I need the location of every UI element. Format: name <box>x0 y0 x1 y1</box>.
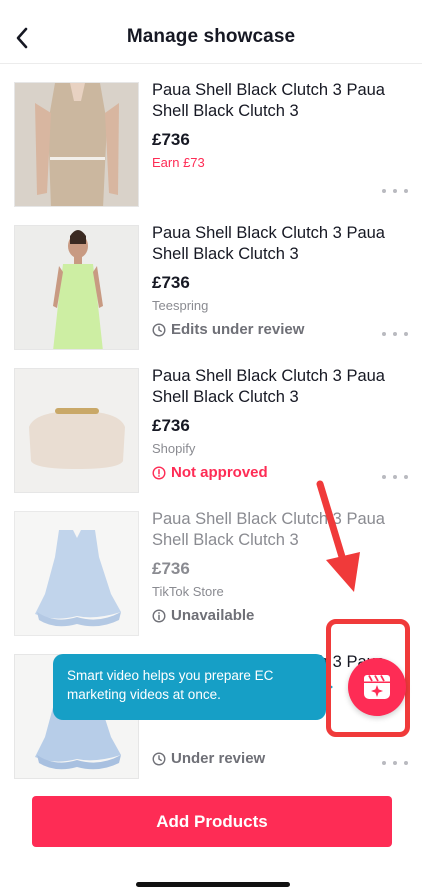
product-name: Paua Shell Black Clutch 3 Paua Shell Bla… <box>152 224 385 263</box>
product-price: £736 <box>152 130 190 149</box>
more-dot-icon <box>404 189 408 193</box>
product-source: Shopify <box>152 441 196 456</box>
tooltip-text: Smart video helps you prepare EC marketi… <box>67 668 274 702</box>
more-dot-icon <box>393 761 397 765</box>
more-dot-icon <box>393 332 397 336</box>
product-image <box>14 368 139 493</box>
status-text: Unavailable <box>171 607 255 624</box>
more-dot-icon <box>404 475 408 479</box>
more-options-button[interactable] <box>382 469 408 485</box>
smart-video-button[interactable] <box>348 658 406 716</box>
product-price: £736 <box>152 416 190 435</box>
status-text: Edits under review <box>171 321 305 338</box>
smart-video-tooltip: Smart video helps you prepare EC marketi… <box>53 654 326 720</box>
product-name: Paua Shell Black Clutch 3 Paua Shell Bla… <box>152 81 385 120</box>
home-indicator <box>136 882 290 887</box>
status-label: Unavailable <box>152 607 254 624</box>
status-text: Not approved <box>171 464 268 481</box>
product-image <box>14 511 139 636</box>
header-bar: Manage showcase <box>0 0 422 64</box>
status-label: Not approved <box>152 464 268 481</box>
product-image <box>14 82 139 207</box>
more-options-button[interactable] <box>382 755 408 771</box>
add-products-button[interactable]: Add Products <box>32 796 392 847</box>
page-title: Manage showcase <box>126 26 296 47</box>
product-item[interactable]: Paua Shell Black Clutch 3 Paua Shell Bla… <box>0 64 422 207</box>
more-options-button[interactable] <box>382 183 408 199</box>
more-dot-icon <box>382 332 386 336</box>
product-source: Teespring <box>152 298 209 313</box>
product-image <box>14 225 139 350</box>
more-options-button[interactable] <box>382 326 408 342</box>
product-info: Paua Shell Black Clutch 3 Paua Shell Bla… <box>152 80 402 170</box>
alert-circle-icon <box>152 465 166 480</box>
product-price: £736 <box>152 273 190 292</box>
status-label: Edits under review <box>152 321 304 338</box>
more-dot-icon <box>393 475 397 479</box>
more-dot-icon <box>404 332 408 336</box>
more-dot-icon <box>382 761 386 765</box>
status-label: Under review <box>152 750 265 767</box>
status-text: Under review <box>171 750 266 767</box>
more-dot-icon <box>393 189 397 193</box>
annotation-arrow-icon <box>316 480 360 592</box>
product-item[interactable]: Paua Shell Black Clutch 3 Paua Shell Bla… <box>0 350 422 493</box>
product-info: Paua Shell Black Clutch 3 Paua Shell Bla… <box>152 366 402 456</box>
more-dot-icon <box>382 475 386 479</box>
product-item[interactable]: Paua Shell Black Clutch 3 Paua Shell Bla… <box>0 207 422 350</box>
info-icon <box>152 608 166 623</box>
more-dot-icon <box>404 761 408 765</box>
more-dot-icon <box>382 189 386 193</box>
clock-icon <box>152 322 166 337</box>
product-info: Paua Shell Black Clutch 3 Paua Shell Bla… <box>152 223 402 313</box>
earn-label: Earn £73 <box>152 155 205 170</box>
clock-icon <box>152 751 166 766</box>
video-sparkle-icon <box>364 675 390 699</box>
product-name: Paua Shell Black Clutch 3 Paua Shell Bla… <box>152 367 385 406</box>
